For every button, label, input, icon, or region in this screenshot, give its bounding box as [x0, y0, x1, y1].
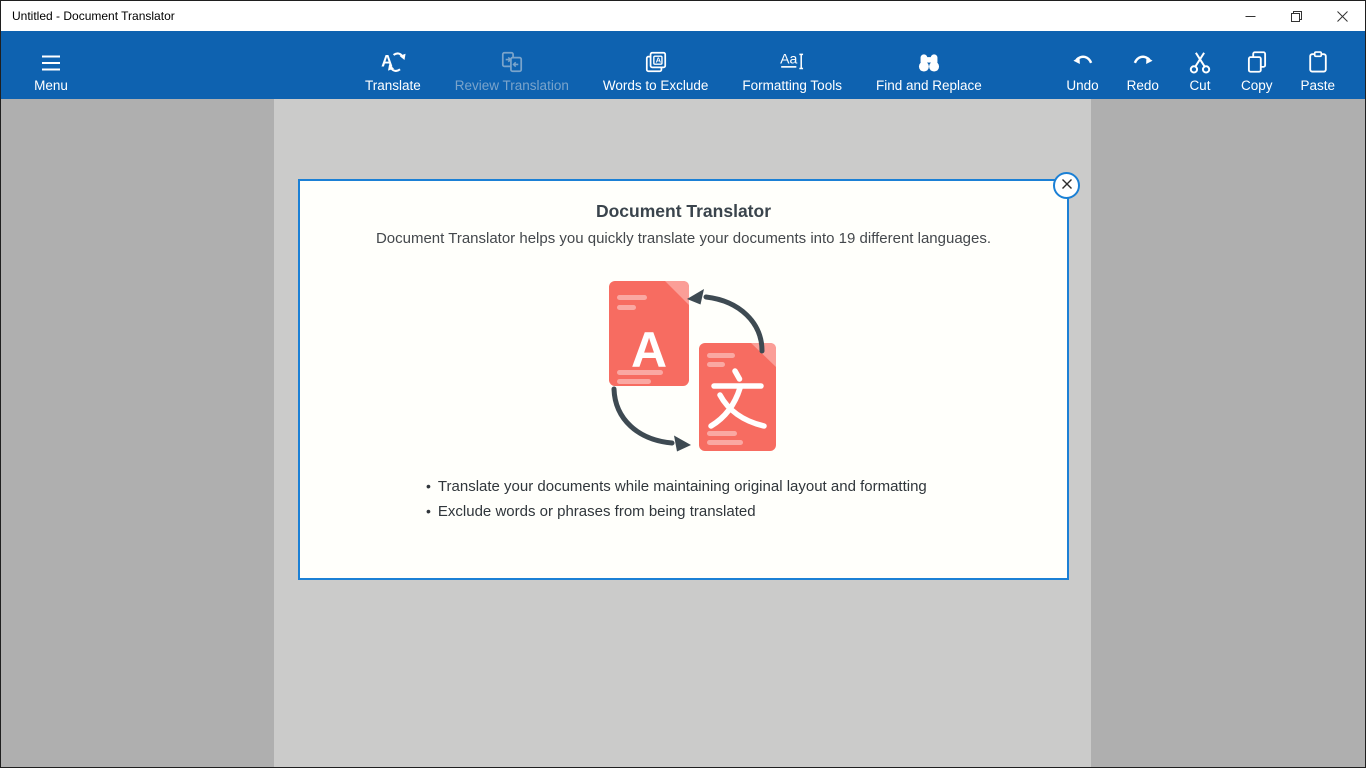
cut-label: Cut	[1189, 78, 1210, 93]
find-and-replace-icon	[916, 49, 942, 75]
redo-label: Redo	[1127, 78, 1159, 93]
feature-item: Exclude words or phrases from being tran…	[426, 499, 1027, 524]
menu-button[interactable]: Menu	[23, 31, 79, 99]
dialog-title: Document Translator	[300, 201, 1067, 222]
app-window: Untitled - Document Translator	[0, 0, 1366, 768]
minimize-icon	[1245, 11, 1256, 22]
redo-icon	[1130, 49, 1156, 75]
find-and-replace-label: Find and Replace	[876, 78, 982, 93]
undo-icon	[1070, 49, 1096, 75]
dialog-close-icon	[1061, 178, 1073, 193]
feature-item: Translate your documents while maintaini…	[426, 474, 1027, 499]
close-button[interactable]	[1319, 1, 1365, 31]
target-document-graphic	[699, 343, 776, 451]
toolbar: Menu A Translate	[1, 31, 1365, 99]
hamburger-icon	[36, 51, 66, 75]
undo-button[interactable]: Undo	[1066, 31, 1098, 99]
cut-icon	[1187, 49, 1213, 75]
review-translation-icon	[499, 49, 525, 75]
paste-icon	[1305, 49, 1331, 75]
titlebar: Untitled - Document Translator	[1, 1, 1365, 31]
translate-button[interactable]: A Translate	[365, 31, 421, 99]
dialog-subtitle: Document Translator helps you quickly tr…	[300, 230, 1067, 247]
translate-icon: A	[380, 49, 406, 75]
copy-label: Copy	[1241, 78, 1273, 93]
formatting-tools-label: Formatting Tools	[742, 78, 842, 93]
find-and-replace-button[interactable]: Find and Replace	[876, 31, 982, 99]
dialog-close-button[interactable]	[1053, 172, 1080, 199]
cut-button[interactable]: Cut	[1187, 31, 1213, 99]
feature-list: Translate your documents while maintaini…	[300, 474, 1067, 524]
svg-text:A: A	[655, 56, 661, 65]
formatting-tools-icon: Aa	[779, 49, 805, 75]
words-to-exclude-icon: A	[643, 49, 669, 75]
redo-button[interactable]: Redo	[1127, 31, 1159, 99]
undo-label: Undo	[1066, 78, 1098, 93]
review-translation-label: Review Translation	[455, 78, 569, 93]
close-icon	[1337, 11, 1348, 22]
minimize-button[interactable]	[1227, 1, 1273, 31]
words-to-exclude-button[interactable]: A Words to Exclude	[603, 31, 709, 99]
restore-button[interactable]	[1273, 1, 1319, 31]
paste-button[interactable]: Paste	[1300, 31, 1335, 99]
welcome-dialog: Document Translator Document Translator …	[298, 179, 1069, 580]
paste-label: Paste	[1300, 78, 1335, 93]
review-translation-button[interactable]: Review Translation	[455, 31, 569, 99]
words-to-exclude-label: Words to Exclude	[603, 78, 709, 93]
copy-icon	[1244, 49, 1270, 75]
translation-illustration: A	[584, 271, 784, 456]
formatting-tools-button[interactable]: Aa Formatting Tools	[742, 31, 842, 99]
content-area: Document Translator Document Translator …	[1, 99, 1365, 768]
menu-label: Menu	[34, 78, 68, 93]
source-document-graphic: A	[609, 281, 689, 386]
toolbar-main-group: A Translate	[365, 31, 982, 99]
source-letter: A	[630, 322, 666, 378]
restore-icon	[1291, 11, 1302, 22]
window-title: Untitled - Document Translator	[12, 9, 175, 23]
copy-button[interactable]: Copy	[1241, 31, 1273, 99]
svg-text:Aa: Aa	[780, 51, 797, 67]
toolbar-edit-group: Undo Redo	[1066, 31, 1335, 99]
translate-label: Translate	[365, 78, 421, 93]
